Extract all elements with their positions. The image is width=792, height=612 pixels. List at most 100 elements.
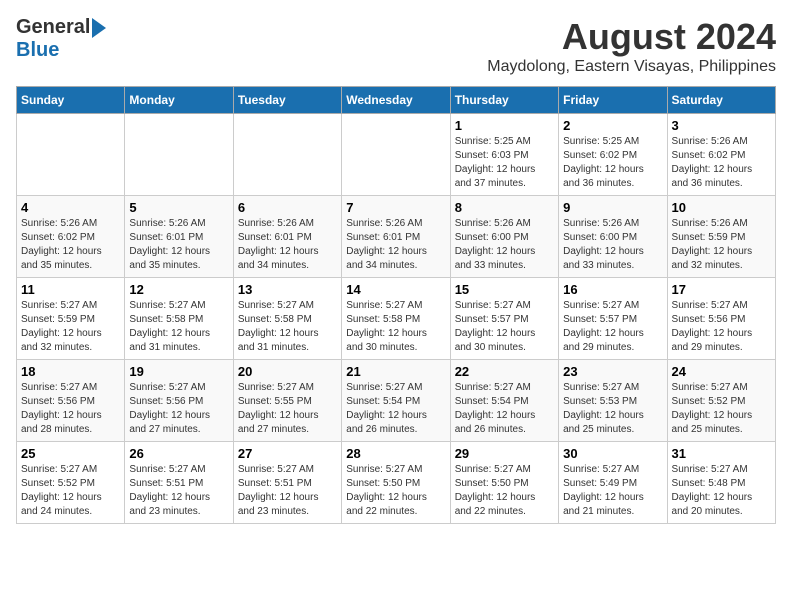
day-number: 8 (455, 200, 554, 215)
day-info: Sunrise: 5:27 AM Sunset: 5:50 PM Dayligh… (346, 463, 445, 519)
day-number: 10 (672, 200, 771, 215)
calendar-cell: 9Sunrise: 5:26 AM Sunset: 6:00 PM Daylig… (559, 196, 667, 278)
title-block: August 2024 Maydolong, Eastern Visayas, … (487, 16, 776, 76)
day-info: Sunrise: 5:26 AM Sunset: 6:00 PM Dayligh… (455, 217, 554, 273)
day-number: 26 (129, 446, 228, 461)
weekday-header: Monday (125, 87, 233, 114)
calendar-cell: 17 Sunrise: 5:27 AM Sunset: 5:56 PM Dayli… (667, 278, 775, 360)
calendar-table: SundayMondayTuesdayWednesdayThursdayFrid… (16, 86, 776, 524)
day-number: 28 (346, 446, 445, 461)
calendar-cell: 14 Sunrise: 5:27 AM Sunset: 5:58 PM Dayli… (342, 278, 450, 360)
calendar-cell (125, 114, 233, 196)
day-number: 19 (129, 364, 228, 379)
weekday-header: Wednesday (342, 87, 450, 114)
day-info: Sunrise: 5:27 AM Sunset: 5:58 PM Dayligh… (346, 299, 445, 355)
day-info: Sunrise: 5:27 AM Sunset: 5:57 PM Dayligh… (563, 299, 662, 355)
day-number: 6 (238, 200, 337, 215)
calendar-week-row: 25Sunrise: 5:27 AM Sunset: 5:52 PM Dayli… (17, 442, 776, 524)
day-info: Sunrise: 5:27 AM Sunset: 5:57 PM Dayligh… (455, 299, 554, 355)
calendar-cell: 19 Sunrise: 5:27 AM Sunset: 5:56 PM Dayli… (125, 360, 233, 442)
calendar-week-row: 1Sunrise: 5:25 AM Sunset: 6:03 PM Daylig… (17, 114, 776, 196)
calendar-cell: 16 Sunrise: 5:27 AM Sunset: 5:57 PM Dayli… (559, 278, 667, 360)
weekday-header-row: SundayMondayTuesdayWednesdayThursdayFrid… (17, 87, 776, 114)
logo-general: General (16, 16, 90, 39)
calendar-cell: 21 Sunrise: 5:27 AM Sunset: 5:54 PM Dayli… (342, 360, 450, 442)
day-number: 5 (129, 200, 228, 215)
day-info: Sunrise: 5:26 AM Sunset: 6:01 PM Dayligh… (238, 217, 337, 273)
day-number: 3 (672, 118, 771, 133)
calendar-cell: 4 Sunrise: 5:26 AM Sunset: 6:02 PM Daylig… (17, 196, 125, 278)
day-number: 16 (563, 282, 662, 297)
day-info: Sunrise: 5:26 AM Sunset: 6:00 PM Dayligh… (563, 217, 662, 273)
day-info: Sunrise: 5:27 AM Sunset: 5:58 PM Dayligh… (129, 299, 228, 355)
day-number: 30 (563, 446, 662, 461)
calendar-cell: 29Sunrise: 5:27 AM Sunset: 5:50 PM Dayli… (450, 442, 558, 524)
calendar-cell: 15 Sunrise: 5:27 AM Sunset: 5:57 PM Dayli… (450, 278, 558, 360)
day-number: 2 (563, 118, 662, 133)
day-info: Sunrise: 5:26 AM Sunset: 6:02 PM Dayligh… (672, 135, 771, 191)
calendar-week-row: 18 Sunrise: 5:27 AM Sunset: 5:56 PM Dayli… (17, 360, 776, 442)
day-info: Sunrise: 5:26 AM Sunset: 6:01 PM Dayligh… (346, 217, 445, 273)
day-info: Sunrise: 5:27 AM Sunset: 5:49 PM Dayligh… (563, 463, 662, 519)
calendar-cell: 25Sunrise: 5:27 AM Sunset: 5:52 PM Dayli… (17, 442, 125, 524)
day-number: 13 (238, 282, 337, 297)
day-number: 1 (455, 118, 554, 133)
calendar-cell: 2 Sunrise: 5:25 AM Sunset: 6:02 PM Daylig… (559, 114, 667, 196)
day-number: 31 (672, 446, 771, 461)
logo-blue: Blue (16, 39, 59, 61)
page-header: General Blue August 2024 Maydolong, East… (16, 16, 776, 76)
day-info: Sunrise: 5:27 AM Sunset: 5:54 PM Dayligh… (455, 381, 554, 437)
day-info: Sunrise: 5:27 AM Sunset: 5:56 PM Dayligh… (21, 381, 120, 437)
day-info: Sunrise: 5:26 AM Sunset: 6:02 PM Dayligh… (21, 217, 120, 273)
calendar-cell: 12 Sunrise: 5:27 AM Sunset: 5:58 PM Dayli… (125, 278, 233, 360)
day-info: Sunrise: 5:27 AM Sunset: 5:51 PM Dayligh… (238, 463, 337, 519)
day-number: 21 (346, 364, 445, 379)
calendar-cell (17, 114, 125, 196)
day-number: 24 (672, 364, 771, 379)
calendar-cell: 28 Sunrise: 5:27 AM Sunset: 5:50 PM Dayli… (342, 442, 450, 524)
calendar-cell: 7 Sunrise: 5:26 AM Sunset: 6:01 PM Daylig… (342, 196, 450, 278)
weekday-header: Tuesday (233, 87, 341, 114)
day-number: 18 (21, 364, 120, 379)
calendar-cell: 31 Sunrise: 5:27 AM Sunset: 5:48 PM Dayli… (667, 442, 775, 524)
day-number: 14 (346, 282, 445, 297)
day-number: 25 (21, 446, 120, 461)
day-info: Sunrise: 5:27 AM Sunset: 5:56 PM Dayligh… (129, 381, 228, 437)
weekday-header: Friday (559, 87, 667, 114)
day-number: 7 (346, 200, 445, 215)
day-info: Sunrise: 5:27 AM Sunset: 5:55 PM Dayligh… (238, 381, 337, 437)
day-info: Sunrise: 5:27 AM Sunset: 5:54 PM Dayligh… (346, 381, 445, 437)
day-number: 4 (21, 200, 120, 215)
calendar-cell: 23Sunrise: 5:27 AM Sunset: 5:53 PM Dayli… (559, 360, 667, 442)
day-info: Sunrise: 5:27 AM Sunset: 5:56 PM Dayligh… (672, 299, 771, 355)
calendar-cell: 5Sunrise: 5:26 AM Sunset: 6:01 PM Daylig… (125, 196, 233, 278)
weekday-header: Sunday (17, 87, 125, 114)
calendar-cell: 3 Sunrise: 5:26 AM Sunset: 6:02 PM Daylig… (667, 114, 775, 196)
day-info: Sunrise: 5:27 AM Sunset: 5:51 PM Dayligh… (129, 463, 228, 519)
calendar-cell (233, 114, 341, 196)
page-subtitle: Maydolong, Eastern Visayas, Philippines (487, 58, 776, 76)
calendar-cell: 27Sunrise: 5:27 AM Sunset: 5:51 PM Dayli… (233, 442, 341, 524)
calendar-cell: 11 Sunrise: 5:27 AM Sunset: 5:59 PM Dayli… (17, 278, 125, 360)
calendar-cell (342, 114, 450, 196)
day-info: Sunrise: 5:27 AM Sunset: 5:48 PM Dayligh… (672, 463, 771, 519)
weekday-header: Saturday (667, 87, 775, 114)
calendar-week-row: 11 Sunrise: 5:27 AM Sunset: 5:59 PM Dayli… (17, 278, 776, 360)
day-info: Sunrise: 5:25 AM Sunset: 6:02 PM Dayligh… (563, 135, 662, 191)
day-info: Sunrise: 5:27 AM Sunset: 5:50 PM Dayligh… (455, 463, 554, 519)
calendar-cell: 26 Sunrise: 5:27 AM Sunset: 5:51 PM Dayli… (125, 442, 233, 524)
logo: General Blue (16, 16, 106, 62)
day-info: Sunrise: 5:27 AM Sunset: 5:52 PM Dayligh… (672, 381, 771, 437)
day-info: Sunrise: 5:26 AM Sunset: 5:59 PM Dayligh… (672, 217, 771, 273)
day-number: 12 (129, 282, 228, 297)
calendar-week-row: 4 Sunrise: 5:26 AM Sunset: 6:02 PM Daylig… (17, 196, 776, 278)
calendar-cell: 13Sunrise: 5:27 AM Sunset: 5:58 PM Dayli… (233, 278, 341, 360)
day-number: 11 (21, 282, 120, 297)
calendar-cell: 10 Sunrise: 5:26 AM Sunset: 5:59 PM Dayli… (667, 196, 775, 278)
day-number: 15 (455, 282, 554, 297)
calendar-cell: 22Sunrise: 5:27 AM Sunset: 5:54 PM Dayli… (450, 360, 558, 442)
calendar-cell: 1Sunrise: 5:25 AM Sunset: 6:03 PM Daylig… (450, 114, 558, 196)
day-number: 17 (672, 282, 771, 297)
weekday-header: Thursday (450, 87, 558, 114)
day-info: Sunrise: 5:27 AM Sunset: 5:59 PM Dayligh… (21, 299, 120, 355)
